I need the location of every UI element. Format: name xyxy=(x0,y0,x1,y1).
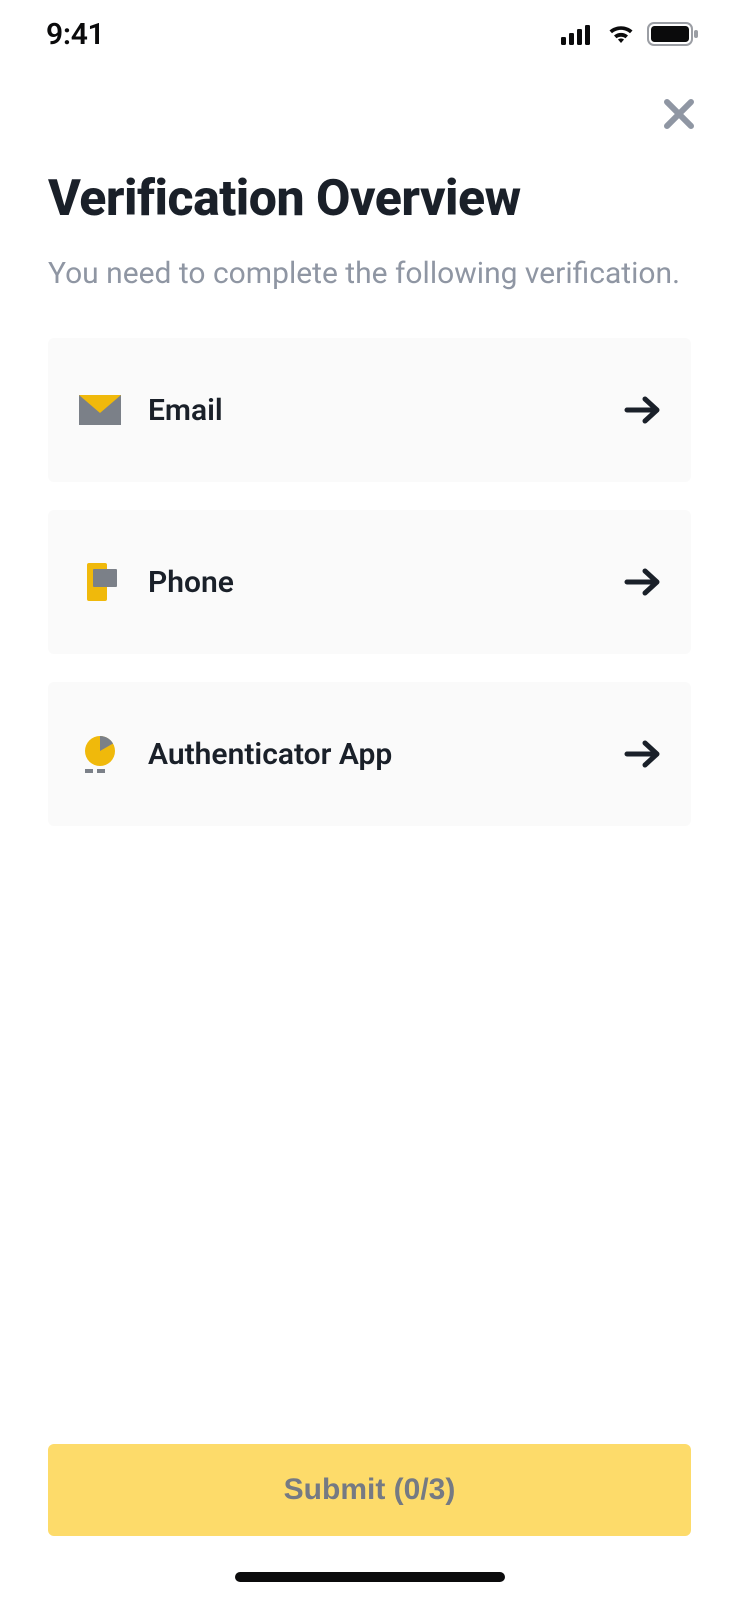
page-title: Verification Overview xyxy=(48,172,691,227)
email-icon xyxy=(78,390,122,430)
screen: 9:41 xyxy=(0,0,739,1600)
home-indicator xyxy=(235,1572,505,1582)
item-label: Email xyxy=(148,393,223,428)
item-left: Phone xyxy=(78,562,234,602)
status-time: 9:41 xyxy=(46,17,104,52)
authenticator-icon xyxy=(78,734,122,774)
arrow-right-icon xyxy=(623,740,661,768)
verification-item-email[interactable]: Email xyxy=(48,338,691,482)
battery-icon xyxy=(647,22,699,46)
header: Verification Overview You need to comple… xyxy=(0,148,739,296)
page-subtitle: You need to complete the following verif… xyxy=(48,251,691,296)
close-icon xyxy=(662,97,696,135)
arrow-right-icon xyxy=(623,396,661,424)
verification-item-authenticator[interactable]: Authenticator App xyxy=(48,682,691,826)
item-label: Phone xyxy=(148,565,234,600)
status-icons xyxy=(561,22,699,46)
verification-list: Email Phone xyxy=(0,296,739,826)
item-label: Authenticator App xyxy=(148,737,392,772)
cellular-icon xyxy=(561,23,595,45)
submit-button[interactable]: Submit (0/3) xyxy=(48,1444,691,1536)
item-left: Authenticator App xyxy=(78,734,392,774)
wifi-icon xyxy=(605,23,637,45)
item-left: Email xyxy=(78,390,223,430)
close-button[interactable] xyxy=(655,92,703,140)
phone-icon xyxy=(78,562,122,602)
verification-item-phone[interactable]: Phone xyxy=(48,510,691,654)
submit-label: Submit (0/3) xyxy=(284,1473,456,1507)
status-bar: 9:41 xyxy=(0,0,739,68)
arrow-right-icon xyxy=(623,568,661,596)
top-bar xyxy=(0,68,739,148)
